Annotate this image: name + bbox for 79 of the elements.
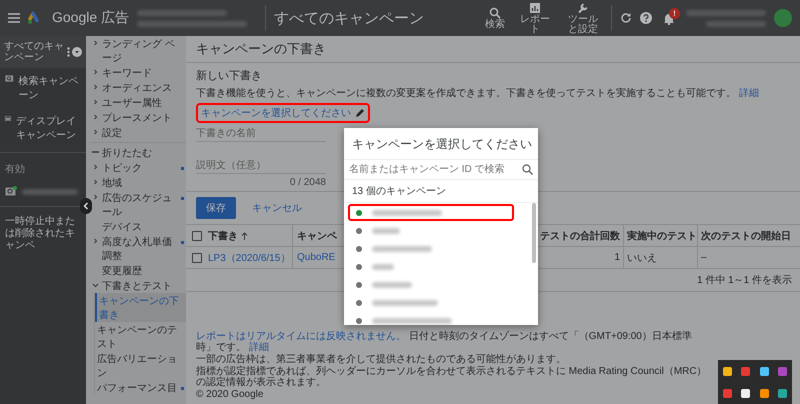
- pencil-icon: [355, 108, 365, 118]
- timezone-notice: レポートはリアルタイムには反映されません。 日付と時刻のタイムゾーンはすべて「（GMT+09:00）日本標準時」です。 詳細: [196, 331, 693, 353]
- tray-app-icon[interactable]: [741, 388, 750, 398]
- refresh-icon[interactable]: [620, 12, 632, 24]
- nav-item[interactable]: 折りたたむ: [90, 145, 186, 160]
- search-campaign-icon: [5, 74, 14, 83]
- description-text: 下書き機能を使うと、キャンペーンに複数の変更案を作成できます。下書きを使ってテストを実施することも可能です。 詳細: [196, 86, 760, 100]
- nav-item[interactable]: キャンペーンのテスト: [95, 322, 186, 351]
- nav-item[interactable]: キーワード: [90, 65, 186, 80]
- column-header[interactable]: 次のテストの開始日: [701, 228, 791, 242]
- caret-icon: [92, 280, 99, 288]
- nav-item[interactable]: 高度な入札単価調整: [90, 234, 186, 263]
- product-name: Google 広告: [52, 9, 130, 27]
- tools-tool-button[interactable]: ツールと設定: [563, 2, 603, 34]
- cancel-button[interactable]: キャンセル: [246, 200, 308, 216]
- column-header[interactable]: テストの合計回数: [540, 228, 620, 242]
- menu-icon[interactable]: [8, 13, 20, 23]
- wrench-icon: [577, 2, 589, 14]
- help-icon[interactable]: [640, 12, 652, 24]
- display-campaign-icon: [5, 114, 11, 123]
- tray-app-icon[interactable]: [722, 366, 732, 376]
- character-counter: 0 / 2048: [288, 177, 326, 188]
- report-tool-button[interactable]: レポート: [515, 2, 555, 34]
- campaign-option[interactable]: [348, 204, 514, 221]
- sidebar-item[interactable]: 検索キャンペーン: [0, 68, 86, 108]
- nav-item[interactable]: デバイス: [90, 219, 186, 234]
- save-button[interactable]: 保存: [196, 197, 236, 219]
- draft-name-field[interactable]: 下書きの名前: [196, 126, 326, 142]
- copyright: © 2020 Google: [196, 389, 264, 400]
- column-header[interactable]: キャンペ: [297, 228, 337, 242]
- nav-item[interactable]: プレースメント: [90, 110, 186, 125]
- sort-arrow-icon[interactable]: [241, 232, 248, 240]
- nav-item[interactable]: 変更履歴: [90, 263, 186, 278]
- nav-item[interactable]: 広告のスケジュール: [90, 190, 186, 219]
- nav-item[interactable]: 下書きとテスト: [90, 278, 186, 293]
- footer-note: 指標が認定指標であれば、列ヘッダーにカーソルを合わせて表示されるテキストに Media Rating Council（MRC）の認定情報が表示されます。: [196, 366, 708, 388]
- tray-app-icon[interactable]: [760, 388, 769, 398]
- sidebar-item[interactable]: ディスプレイキャンペーン: [0, 108, 86, 148]
- nav-item[interactable]: 広告バリエーション: [95, 351, 186, 380]
- dropdown-icon[interactable]: [72, 47, 82, 57]
- search-tool-button[interactable]: 検索: [483, 6, 507, 30]
- section-label: 有効: [4, 162, 26, 177]
- nav-item[interactable]: ランディング ページ: [90, 36, 186, 65]
- checkbox[interactable]: [192, 230, 202, 240]
- realtime-notice-link[interactable]: レポートはリアルタイムには反映されません。: [196, 331, 406, 342]
- dialog-title: キャンペーンを選択してください: [351, 136, 533, 153]
- page-title: すべてのキャンペーン: [274, 8, 426, 28]
- campaign-count: 13 個のキャンペーン: [344, 180, 538, 203]
- checkbox[interactable]: [192, 252, 202, 262]
- chevron-left-icon: [83, 202, 89, 210]
- chevron-icon: [92, 38, 99, 46]
- description-field[interactable]: 説明文（任意）: [196, 158, 326, 174]
- search-icon: [489, 6, 501, 18]
- table-cell: 1: [614, 252, 620, 263]
- nav-item[interactable]: オーディエンス: [90, 80, 186, 95]
- search-icon[interactable]: [522, 164, 533, 175]
- nav-item[interactable]: 設定: [90, 125, 186, 140]
- nav-item[interactable]: 地域: [90, 175, 186, 190]
- paused-campaigns-link[interactable]: 一時停止中または削除されたキャンペ: [0, 211, 86, 257]
- pagination-text: 1 件中 1～1 件を表示: [696, 274, 792, 287]
- learn-more-link[interactable]: 詳細: [738, 88, 759, 99]
- table-cell-text: いいえ: [627, 252, 657, 264]
- learn-more-link[interactable]: 詳細: [248, 342, 269, 353]
- table-link[interactable]: QuboRE: [297, 252, 336, 263]
- nav-item[interactable]: パフォーマンス目: [95, 380, 186, 395]
- tray-app-icon[interactable]: [760, 366, 769, 376]
- table-link[interactable]: LP3（2020/6/15）: [208, 250, 290, 264]
- footer-note: 一部の広告枠は、第三者事業者を介して提供されたものである可能性があります。: [196, 354, 566, 365]
- nav-item[interactable]: トピック: [90, 160, 186, 175]
- nav-item[interactable]: ユーザー属性: [90, 95, 186, 110]
- chevron-icon: [92, 236, 99, 244]
- more-icon[interactable]: [67, 47, 70, 57]
- search-campaign-icon: [5, 187, 16, 196]
- card-heading: 新しい下書き: [196, 68, 263, 83]
- column-header[interactable]: 下書き: [208, 228, 238, 242]
- page-heading: キャンペーンの下書き: [186, 36, 800, 63]
- campaign-picker[interactable]: キャンペーンを選択してください: [196, 103, 370, 123]
- table-cell: –: [701, 252, 707, 263]
- column-header[interactable]: 実施中のテスト: [627, 228, 697, 242]
